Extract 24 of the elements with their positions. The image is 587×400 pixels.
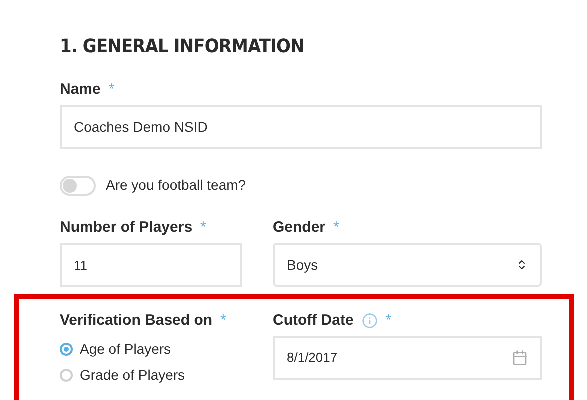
calendar-icon bbox=[512, 350, 528, 366]
toggle-label: Are you football team? bbox=[106, 176, 246, 195]
required-mark: * bbox=[200, 218, 206, 238]
info-icon[interactable] bbox=[362, 313, 378, 329]
section-heading: 1. GENERAL INFORMATION bbox=[60, 35, 304, 60]
field-label: Cutoff Date bbox=[273, 310, 354, 331]
radio-label: Grade of Players bbox=[80, 366, 186, 385]
radio-label: Age of Players bbox=[80, 340, 172, 359]
radio-button[interactable] bbox=[60, 343, 73, 356]
date-field[interactable]: 8/1/2017 bbox=[273, 336, 542, 380]
field-label: Verification Based on bbox=[60, 310, 213, 331]
required-mark: * bbox=[386, 310, 392, 331]
gender-select[interactable]: Boys bbox=[273, 243, 542, 287]
players-field[interactable]: 11 bbox=[60, 243, 242, 287]
field-label: Gender bbox=[273, 218, 326, 238]
field-label: Number of Players bbox=[60, 218, 193, 238]
radio-button[interactable] bbox=[60, 369, 73, 382]
required-mark: * bbox=[220, 310, 226, 331]
required-mark: * bbox=[334, 218, 340, 238]
name-field[interactable]: Coaches Demo NSID bbox=[60, 105, 542, 149]
field-label: Name bbox=[60, 80, 101, 100]
required-mark: * bbox=[108, 80, 115, 100]
toggle-switch[interactable] bbox=[60, 176, 96, 196]
select-arrows-icon bbox=[516, 258, 528, 272]
